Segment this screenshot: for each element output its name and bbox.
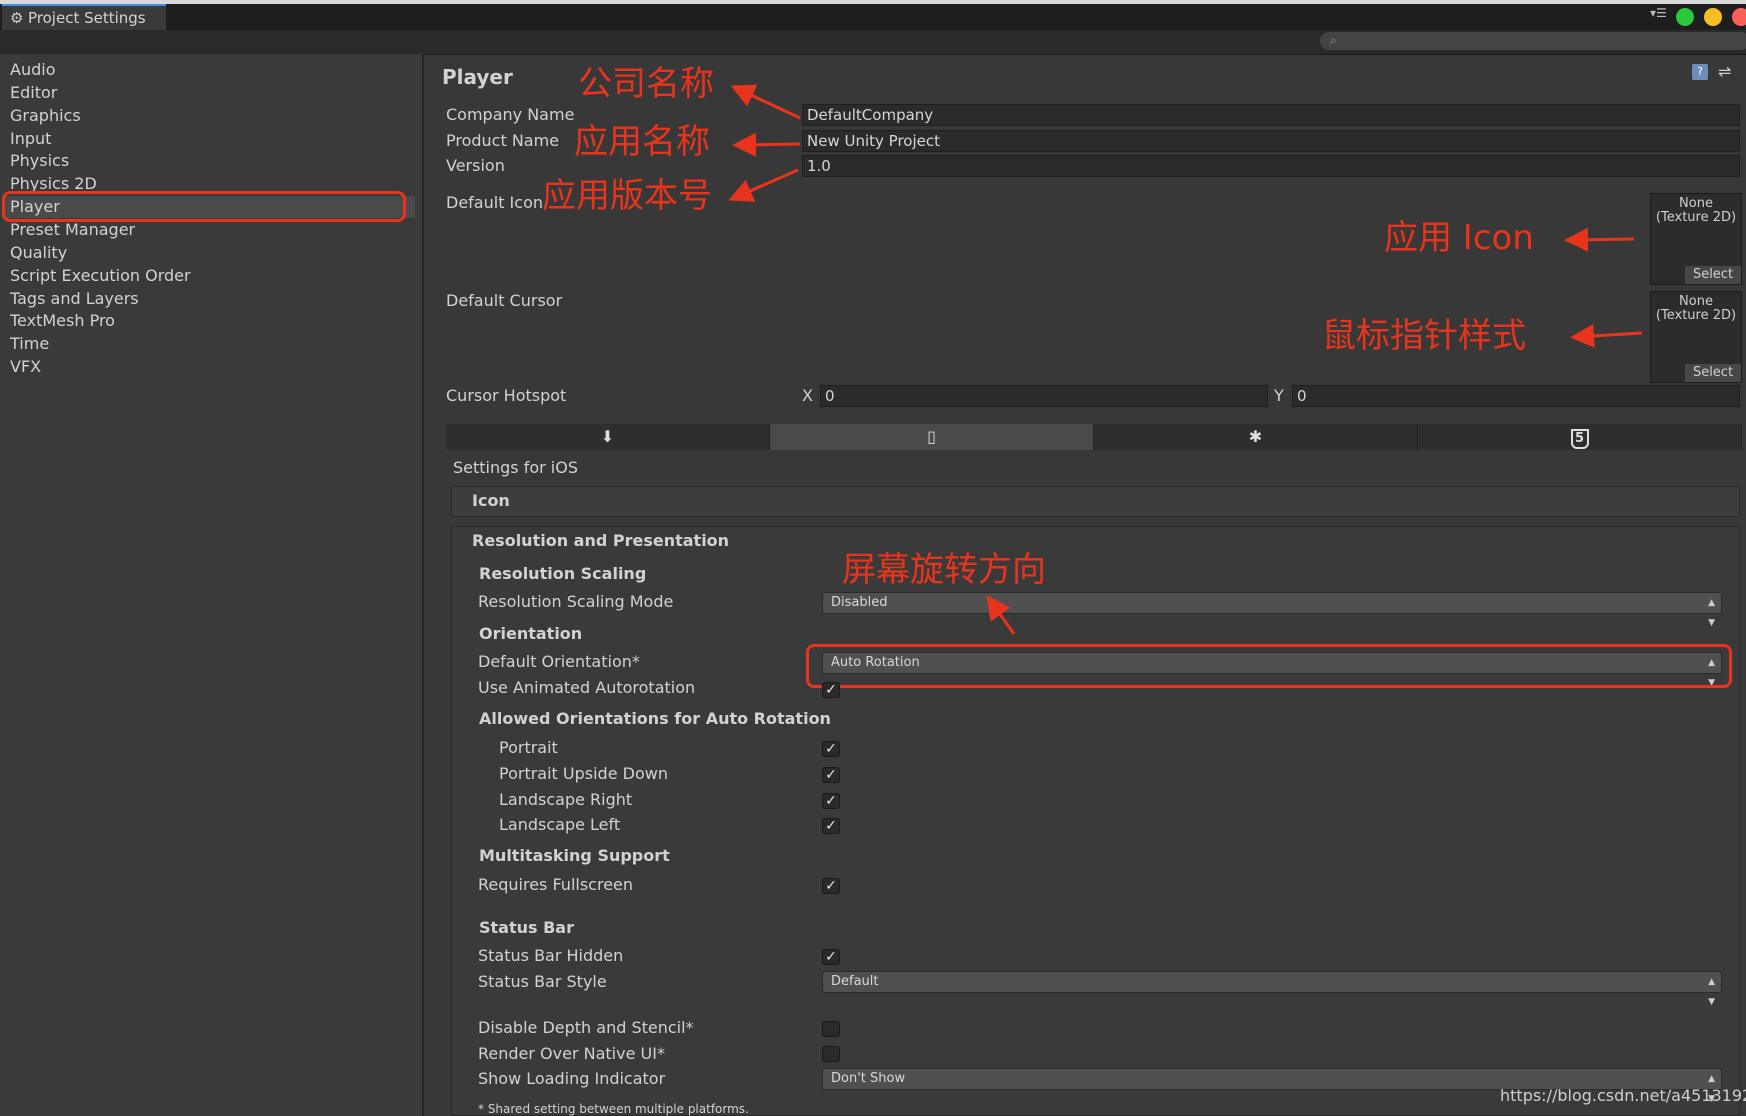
arrow-cursor — [1570, 323, 1643, 348]
watermark-url: https://blog.csdn.net/a451319296 — [1500, 1086, 1746, 1105]
arrow-orientation — [986, 595, 1016, 635]
arrow-product — [732, 132, 801, 157]
arrow-version — [728, 168, 799, 202]
annotation-arrows — [728, 84, 1643, 635]
arrow-company — [730, 84, 801, 120]
arrow-icon — [1564, 227, 1635, 252]
